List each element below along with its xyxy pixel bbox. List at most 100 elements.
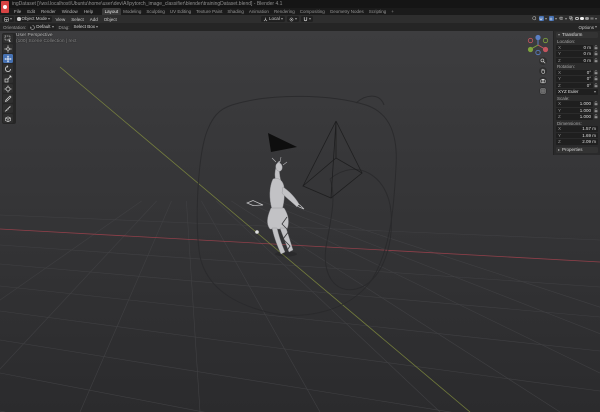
tool-add-cube[interactable] bbox=[3, 114, 13, 123]
lock-open-icon[interactable] bbox=[594, 58, 598, 63]
menu-edit[interactable]: Edit bbox=[24, 9, 38, 14]
snap-toggle[interactable] bbox=[539, 16, 544, 21]
rotation-mode-dropdown[interactable]: XYZ Euler bbox=[556, 89, 598, 95]
chevron-down-icon bbox=[52, 26, 54, 28]
lock-open-icon[interactable] bbox=[594, 101, 598, 106]
menu-file[interactable]: File bbox=[11, 9, 24, 14]
rotation-z-field[interactable]: Z0° bbox=[556, 83, 593, 89]
mode-selector[interactable]: Object Mode bbox=[15, 16, 52, 22]
dimensions-label: Dimensions: bbox=[557, 121, 598, 126]
tab-rendering[interactable]: Rendering bbox=[271, 8, 297, 15]
tab-compositing[interactable]: Compositing bbox=[297, 8, 327, 15]
menu-add[interactable]: Add bbox=[87, 17, 100, 22]
menu-window[interactable]: Window bbox=[59, 9, 81, 14]
tab-uv-editing[interactable]: UV Editing bbox=[167, 8, 193, 15]
chevron-down-icon bbox=[10, 18, 12, 20]
rotation-x-field[interactable]: X0° bbox=[556, 70, 593, 76]
tab-modeling[interactable]: Modeling bbox=[121, 8, 144, 15]
options-dropdown[interactable]: Options bbox=[578, 25, 597, 30]
proportional-editing-icon[interactable] bbox=[532, 16, 537, 21]
tab-texture-paint[interactable]: Texture Paint bbox=[194, 8, 225, 15]
chevron-right-icon bbox=[558, 149, 560, 151]
lock-open-icon[interactable] bbox=[594, 76, 598, 81]
rotation-y-field[interactable]: Y0° bbox=[556, 76, 593, 82]
transform-panel-title: Transform bbox=[562, 32, 582, 38]
camera-view-button[interactable] bbox=[539, 77, 547, 85]
xray-toggle[interactable] bbox=[569, 16, 574, 21]
lock-open-icon[interactable] bbox=[594, 108, 598, 113]
lock-open-icon[interactable] bbox=[594, 51, 598, 56]
menu-select[interactable]: Select bbox=[69, 17, 87, 22]
empty-sphere[interactable] bbox=[255, 230, 259, 234]
menu-help[interactable]: Help bbox=[81, 9, 96, 14]
lock-open-icon[interactable] bbox=[594, 45, 598, 50]
location-x-field[interactable]: X0 m bbox=[556, 45, 593, 51]
shading-wireframe-button[interactable] bbox=[575, 17, 579, 21]
dimensions-x-field[interactable]: X1.57 m bbox=[556, 126, 598, 132]
mode-label: Object Mode bbox=[22, 16, 48, 22]
location-z-field[interactable]: Z0 m bbox=[556, 58, 593, 64]
dimensions-z-field[interactable]: Z2.09 m bbox=[556, 139, 598, 145]
shading-solid-button[interactable] bbox=[580, 17, 584, 21]
dimensions-y-field[interactable]: Y1.69 m bbox=[556, 133, 598, 139]
tab-animation[interactable]: Animation bbox=[246, 8, 271, 15]
tool-scale[interactable] bbox=[3, 74, 13, 83]
tool-annotate[interactable] bbox=[3, 94, 13, 103]
perspective-toggle-button[interactable] bbox=[539, 87, 547, 95]
chevron-down-icon[interactable] bbox=[565, 18, 567, 20]
tab-sculpting[interactable]: Sculpting bbox=[144, 8, 168, 15]
tool-move[interactable] bbox=[3, 54, 13, 63]
viewport-nav-buttons bbox=[539, 57, 547, 95]
editor-type-button[interactable] bbox=[2, 16, 14, 22]
pivot-point-dropdown[interactable] bbox=[287, 16, 299, 22]
tool-cursor[interactable] bbox=[3, 44, 13, 53]
rotation-label: Rotation: bbox=[557, 64, 598, 69]
menu-object[interactable]: Object bbox=[101, 17, 119, 22]
chevron-down-icon bbox=[48, 18, 50, 20]
drag-mode-value: Select Box bbox=[74, 24, 96, 30]
menu-view[interactable]: View bbox=[53, 17, 68, 22]
overlays-toggle[interactable] bbox=[559, 16, 564, 21]
shading-rendered-button[interactable] bbox=[590, 17, 594, 21]
scale-y-field[interactable]: Y1.000 bbox=[556, 108, 593, 114]
properties-panel-header[interactable]: Properties bbox=[556, 147, 598, 153]
add-workspace-button[interactable]: + bbox=[389, 8, 397, 15]
magnet-icon bbox=[303, 17, 308, 22]
chevron-down-icon[interactable] bbox=[595, 18, 597, 20]
pan-button[interactable] bbox=[539, 67, 547, 75]
gizmo-z-axis[interactable] bbox=[535, 35, 540, 40]
snap-dropdown[interactable] bbox=[301, 16, 313, 22]
tab-shading[interactable]: Shading bbox=[225, 8, 247, 15]
tool-measure[interactable] bbox=[3, 104, 13, 113]
tool-transform[interactable] bbox=[3, 84, 13, 93]
drag-mode-dropdown[interactable]: Select Box bbox=[72, 24, 101, 30]
zoom-button[interactable] bbox=[539, 57, 547, 65]
transform-orientation-dropdown[interactable]: Local bbox=[261, 16, 285, 22]
tab-scripting[interactable]: Scripting bbox=[366, 8, 389, 15]
chevron-down-icon bbox=[595, 26, 597, 28]
transform-panel-header[interactable]: Transform bbox=[556, 32, 598, 38]
chevron-down-icon[interactable] bbox=[555, 18, 557, 20]
chevron-down-icon[interactable] bbox=[545, 18, 547, 20]
3d-viewport[interactable]: User Perspective (100) Scene Collection … bbox=[0, 31, 600, 412]
gizmo-y-axis[interactable] bbox=[528, 47, 533, 52]
chevron-down-icon bbox=[96, 26, 98, 28]
tab-geometry-nodes[interactable]: Geometry Nodes bbox=[327, 8, 366, 15]
shading-material-button[interactable] bbox=[585, 17, 589, 21]
tool-orientation-dropdown[interactable]: Default bbox=[28, 24, 55, 30]
menu-render[interactable]: Render bbox=[38, 9, 59, 14]
tool-select-box[interactable] bbox=[3, 34, 13, 43]
gizmo-x-axis[interactable] bbox=[543, 47, 548, 52]
lock-open-icon[interactable] bbox=[594, 70, 598, 75]
scale-x-field[interactable]: X1.000 bbox=[556, 101, 593, 107]
gizmos-toggle[interactable] bbox=[549, 16, 554, 21]
lock-open-icon[interactable] bbox=[594, 83, 598, 88]
measure-ruler-icon bbox=[4, 105, 12, 113]
viewport-overlay-text: User Perspective (100) Scene Collection … bbox=[16, 33, 76, 45]
tab-layout[interactable]: Layout bbox=[102, 8, 121, 15]
location-y-field[interactable]: Y0 m bbox=[556, 51, 593, 57]
navigation-gizmo[interactable] bbox=[526, 33, 550, 57]
scale-z-field[interactable]: Z1.000 bbox=[556, 114, 593, 120]
lock-open-icon[interactable] bbox=[594, 114, 598, 119]
tool-rotate[interactable] bbox=[3, 64, 13, 73]
